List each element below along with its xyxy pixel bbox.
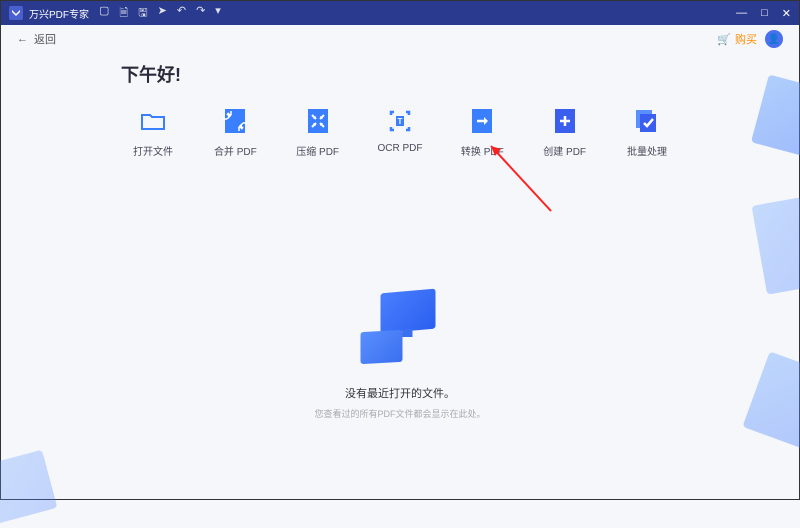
action-open-file[interactable]: 打开文件 — [121, 107, 185, 158]
batch-process-icon — [633, 107, 661, 135]
merge-pdf-icon — [221, 107, 249, 135]
convert-pdf-icon — [468, 107, 496, 135]
app-logo-icon — [9, 6, 23, 20]
undo-icon[interactable]: ↶ — [177, 4, 186, 23]
dropdown-icon[interactable]: ▾ — [215, 4, 221, 23]
action-merge-pdf[interactable]: 合并 PDF — [203, 107, 267, 158]
action-label: 转换 PDF — [461, 143, 504, 158]
window-minimize[interactable]: — — [736, 7, 747, 20]
empty-title: 没有最近打开的文件。 — [314, 385, 485, 401]
window-maximize[interactable]: □ — [761, 7, 768, 20]
subbar: ← 返回 🛒 购买 👤 — [1, 25, 799, 53]
decoration-icon — [0, 450, 57, 528]
doc-icon[interactable]: 🗎 — [119, 4, 128, 23]
user-icon: 👤 — [768, 34, 780, 45]
action-label: 打开文件 — [133, 143, 173, 158]
action-label: 合并 PDF — [214, 143, 257, 158]
empty-state: 没有最近打开的文件。 您查看过的所有PDF文件都会显示在此处。 — [314, 291, 485, 420]
cart-icon: 🛒 — [717, 33, 731, 46]
empty-illustration-icon — [350, 291, 450, 371]
back-arrow-icon: ← — [17, 33, 28, 45]
buy-label: 购买 — [735, 31, 757, 47]
action-create-pdf[interactable]: 创建 PDF — [533, 107, 597, 158]
save-icon[interactable]: 🖫 — [138, 4, 147, 23]
greeting: 下午好! — [121, 61, 679, 87]
window-controls: — □ ✕ — [736, 7, 791, 20]
decoration-icon — [742, 351, 800, 450]
empty-subtitle: 您查看过的所有PDF文件都会显示在此处。 — [314, 407, 485, 420]
back-button[interactable]: ← 返回 — [17, 31, 56, 47]
action-compress-pdf[interactable]: 压缩 PDF — [286, 107, 350, 158]
open-file-icon — [139, 107, 167, 135]
action-label: 压缩 PDF — [296, 143, 339, 158]
action-ocr-pdf[interactable]: T OCR PDF — [368, 107, 432, 158]
svg-text:T: T — [398, 117, 403, 126]
action-grid: 打开文件 合并 PDF 压缩 PDF T OCR PDF 转换 PDF — [121, 107, 679, 158]
create-pdf-icon — [551, 107, 579, 135]
titlebar: 万兴PDF专家 ▢ 🗎 🖫 ➤ ↶ ↷ ▾ — □ ✕ — [1, 1, 799, 25]
action-label: OCR PDF — [377, 143, 422, 154]
action-label: 批量处理 — [627, 143, 667, 158]
action-label: 创建 PDF — [543, 143, 586, 158]
decoration-icon — [752, 197, 800, 294]
app-title: 万兴PDF专家 — [29, 6, 89, 21]
user-avatar[interactable]: 👤 — [765, 30, 783, 48]
content: 下午好! 打开文件 合并 PDF 压缩 PDF T OCR PDF — [1, 53, 799, 158]
back-label: 返回 — [34, 31, 56, 47]
redo-icon[interactable]: ↷ — [196, 4, 205, 23]
titlebar-quick-actions: ▢ 🗎 🖫 ➤ ↶ ↷ ▾ — [99, 4, 221, 23]
share-icon[interactable]: ➤ — [158, 4, 167, 23]
ocr-pdf-icon: T — [386, 107, 414, 135]
buy-link[interactable]: 🛒 购买 — [717, 31, 757, 47]
folder-icon[interactable]: ▢ — [99, 4, 109, 23]
compress-pdf-icon — [304, 107, 332, 135]
action-batch-process[interactable]: 批量处理 — [615, 107, 679, 158]
window-close[interactable]: ✕ — [782, 7, 791, 20]
action-convert-pdf[interactable]: 转换 PDF — [450, 107, 514, 158]
